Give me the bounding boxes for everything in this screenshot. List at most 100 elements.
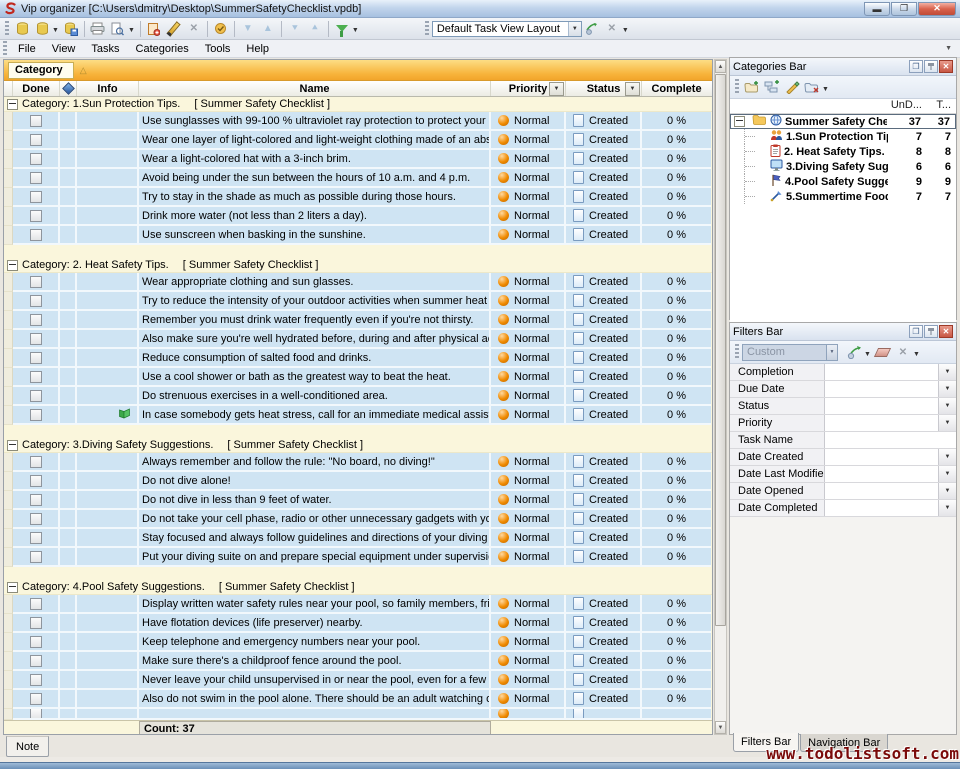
delete-category-icon[interactable] (802, 78, 822, 96)
menu-view[interactable]: View (44, 42, 84, 56)
task-name-cell[interactable]: Have flotation devices (life preserver) … (139, 614, 491, 633)
task-row[interactable]: Reduce consumption of salted food and dr… (4, 349, 712, 368)
task-name-cell[interactable]: Display written water safety rules near … (139, 595, 491, 614)
category-tree-item[interactable]: 2. Heat Safety Tips.88 (730, 144, 956, 159)
new-database-icon[interactable] (13, 20, 31, 38)
toolbar-overflow-icon[interactable]: ▼ (945, 45, 952, 52)
task-name-cell[interactable]: Put your diving suite on and prepare spe… (139, 548, 491, 567)
panel-restore-icon[interactable]: ❐ (909, 325, 923, 338)
done-checkbox[interactable] (30, 153, 42, 165)
apply-filter-icon[interactable] (844, 343, 864, 361)
new-task-icon[interactable] (145, 20, 163, 38)
task-name-cell[interactable]: Avoid being under the sun between the ho… (139, 169, 491, 188)
open-database-icon[interactable] (33, 20, 51, 38)
task-row[interactable]: Stay focused and always follow guideline… (4, 529, 712, 548)
task-name-cell[interactable]: Do not take your cell phase, radio or ot… (139, 510, 491, 529)
column-complete[interactable]: Complete (642, 81, 711, 96)
filter-dropdown-icon[interactable]: ▼ (938, 500, 956, 516)
category-group-row[interactable]: Category: 2. Heat Safety Tips.[ Summer S… (4, 258, 712, 273)
task-row[interactable] (4, 709, 712, 720)
task-name-cell[interactable]: Try to reduce the intensity of your outd… (139, 292, 491, 311)
done-checkbox[interactable] (30, 276, 42, 288)
task-row[interactable]: Remember you must drink water frequently… (4, 311, 712, 330)
category-tree-item[interactable]: 1.Sun Protection Tips.77 (730, 129, 956, 144)
task-row[interactable]: Try to reduce the intensity of your outd… (4, 292, 712, 311)
new-subcategory-icon[interactable] (762, 78, 782, 96)
filters-toolbar-dropdown-icon[interactable]: ▼ (913, 351, 920, 358)
panel-restore-icon[interactable]: ❐ (909, 60, 923, 73)
done-checkbox[interactable] (30, 674, 42, 686)
task-row[interactable]: Keep telephone and emergency numbers nea… (4, 633, 712, 652)
task-row[interactable]: Also make sure you're well hydrated befo… (4, 330, 712, 349)
move-top-icon[interactable]: ⯅ (306, 20, 324, 38)
restore-button[interactable]: ❐ (891, 2, 917, 16)
tree-collapse-icon[interactable] (734, 116, 745, 127)
task-row[interactable]: Also do not swim in the pool alone. Ther… (4, 690, 712, 709)
task-name-cell[interactable]: In case somebody gets heat stress, call … (139, 406, 491, 425)
layout-dropdown-icon[interactable]: ▼ (622, 27, 629, 34)
column-priority-flag[interactable] (60, 81, 77, 96)
status-filter-dropdown-icon[interactable]: ▼ (625, 82, 640, 96)
filter-dropdown-icon[interactable]: ▼ (938, 483, 956, 499)
done-checkbox[interactable] (30, 475, 42, 487)
done-checkbox[interactable] (30, 617, 42, 629)
task-row[interactable]: Use a cool shower or bath as the greates… (4, 368, 712, 387)
print-icon[interactable] (89, 20, 107, 38)
filter-value-input[interactable] (825, 364, 938, 380)
move-up-icon[interactable]: ▲ (259, 20, 277, 38)
done-checkbox[interactable] (30, 390, 42, 402)
print-preview-icon[interactable] (109, 20, 127, 38)
save-database-icon[interactable] (62, 20, 80, 38)
scrollbar-thumb[interactable] (715, 74, 726, 626)
task-row[interactable]: Avoid being under the sun between the ho… (4, 169, 712, 188)
minimize-button[interactable]: ▬ (864, 2, 890, 16)
filter-dropdown-icon[interactable]: ▼ (938, 466, 956, 482)
task-name-cell[interactable]: Also make sure you're well hydrated befo… (139, 330, 491, 349)
categories-toolbar-dropdown-icon[interactable]: ▼ (822, 86, 829, 93)
move-bottom-icon[interactable]: ⯆ (286, 20, 304, 38)
task-row[interactable]: Wear a light-colored hat with a 3-inch b… (4, 150, 712, 169)
done-checkbox[interactable] (30, 636, 42, 648)
done-checkbox[interactable] (30, 191, 42, 203)
priority-filter-dropdown-icon[interactable]: ▼ (549, 82, 564, 96)
tree-column-undone[interactable]: UnD... (888, 99, 925, 113)
filter-value-input[interactable] (825, 381, 938, 397)
complete-task-icon[interactable] (212, 20, 230, 38)
filter-value-input[interactable] (825, 500, 938, 516)
task-name-cell[interactable]: Make sure there's a childproof fence aro… (139, 652, 491, 671)
done-checkbox[interactable] (30, 494, 42, 506)
task-name-cell[interactable]: Try to stay in the shade as much as poss… (139, 188, 491, 207)
task-row[interactable]: Wear one layer of light-colored and ligh… (4, 131, 712, 150)
group-by-field[interactable]: Category (8, 62, 74, 79)
scroll-down-icon[interactable]: ▼ (715, 721, 726, 734)
remove-filter-icon[interactable]: ✕ (893, 343, 913, 361)
done-checkbox[interactable] (30, 532, 42, 544)
category-group-row[interactable]: Category: 1.Sun Protection Tips.[ Summer… (4, 97, 712, 112)
task-row[interactable]: Drink more water (not less than 2 liters… (4, 207, 712, 226)
task-row[interactable]: Put your diving suite on and prepare spe… (4, 548, 712, 567)
column-name[interactable]: Name (139, 81, 491, 96)
task-name-cell[interactable]: Keep telephone and emergency numbers nea… (139, 633, 491, 652)
column-done[interactable]: Done (13, 81, 60, 96)
task-name-cell[interactable] (139, 709, 491, 720)
filter-value-input[interactable] (825, 466, 938, 482)
collapse-icon[interactable] (7, 440, 18, 451)
column-info[interactable]: Info (77, 81, 139, 96)
task-name-cell[interactable]: Do not dive in less than 9 feet of water… (139, 491, 491, 510)
task-row[interactable]: Do not dive in less than 9 feet of water… (4, 491, 712, 510)
done-checkbox[interactable] (30, 352, 42, 364)
category-tree-root[interactable]: Summer Safety Checklist3737 (730, 114, 956, 129)
open-database-dropdown-icon[interactable]: ▼ (52, 27, 59, 34)
tab-note[interactable]: Note (6, 736, 49, 757)
filter-value-input[interactable] (825, 432, 956, 448)
task-row[interactable]: Try to stay in the shade as much as poss… (4, 188, 712, 207)
task-name-cell[interactable]: Remember you must drink water frequently… (139, 311, 491, 330)
layout-combobox-dropdown-icon[interactable]: ▼ (568, 22, 581, 36)
filter-dropdown-icon[interactable]: ▼ (938, 415, 956, 431)
done-checkbox[interactable] (30, 115, 42, 127)
done-checkbox[interactable] (30, 513, 42, 525)
filter-preset-dropdown-icon[interactable]: ▼ (826, 345, 837, 360)
filter-value-input[interactable] (825, 483, 938, 499)
category-tree-item[interactable]: 5.Summertime Food Safety Tips77 (730, 189, 956, 204)
menu-help[interactable]: Help (238, 42, 277, 56)
